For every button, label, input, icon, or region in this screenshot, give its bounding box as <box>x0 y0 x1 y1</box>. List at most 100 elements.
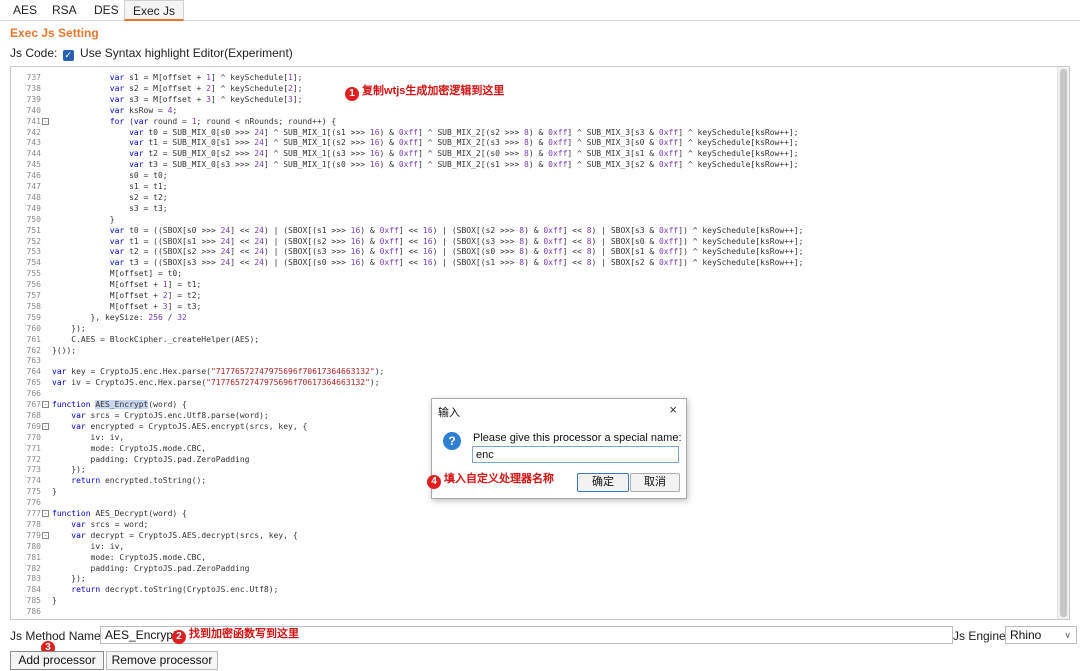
js-engine-select[interactable]: Rhino ∨ <box>1005 626 1077 644</box>
code-text: C.AES = BlockCipher._createHelper(AES); <box>52 334 260 344</box>
syntax-highlight-checkbox[interactable]: ✓ <box>62 50 74 61</box>
question-icon: ? <box>443 432 461 450</box>
line-number: 776 <box>26 498 41 508</box>
annotation-2-text: 找到加密函数写到这里 <box>189 628 299 640</box>
fold-toggle-icon[interactable]: - <box>42 422 49 430</box>
tab-bar: AES RSA DES Exec Js <box>0 0 1080 21</box>
line-number: 775 <box>26 487 41 497</box>
code-text: } <box>52 214 115 224</box>
code-text: mode: CryptoJS.mode.CBC, <box>52 552 207 562</box>
processor-name-input[interactable] <box>472 446 679 463</box>
add-processor-button[interactable]: Add processor <box>10 651 104 670</box>
line-number: 739 <box>26 94 41 104</box>
code-text: }()); <box>52 345 77 355</box>
code-text: mode: CryptoJS.mode.CBC, <box>52 443 207 453</box>
tab-des[interactable]: DES <box>86 0 127 21</box>
fold-toggle-icon[interactable]: - <box>42 510 49 517</box>
line-number: 778 <box>26 519 41 529</box>
line-number: 746 <box>26 171 41 181</box>
code-text: return encrypted.toString(); <box>71 476 207 486</box>
line-number: 764 <box>26 367 41 377</box>
code-text: s1 = t1; <box>52 182 168 191</box>
line-number: 774 <box>26 476 41 486</box>
annotation-4-text: 填入自定义处理器名称 <box>444 473 554 485</box>
close-icon[interactable]: × <box>669 402 677 417</box>
code-text: s3 = t3; <box>52 203 168 213</box>
line-number: 738 <box>26 83 41 93</box>
line-number: 770 <box>26 432 41 442</box>
code-text: var t1 = ((SBOX[s1 >>> 24] << 24) | (SBO… <box>109 236 804 246</box>
cancel-button[interactable]: 取消 <box>630 473 680 492</box>
line-number: 760 <box>26 323 41 333</box>
code-text: var s3 = M[offset + 3] ^ keySchedule[3]; <box>109 94 303 104</box>
js-code-row: Js Code: ✓ Use Syntax highlight Editor(E… <box>10 45 293 61</box>
code-text: var srcs = CryptoJS.enc.Utf8.parse(word)… <box>71 410 269 420</box>
code-text: var s2 = M[offset + 2] ^ keySchedule[2]; <box>109 83 303 93</box>
ok-button[interactable]: 确定 <box>577 473 629 492</box>
line-number: 767 <box>26 400 41 409</box>
fold-toggle-icon[interactable]: - <box>42 117 49 125</box>
line-number: 747 <box>26 182 41 191</box>
line-number: 737 <box>26 73 41 82</box>
code-text: }); <box>52 465 86 475</box>
code-text: var srcs = word; <box>71 519 149 529</box>
line-number: 783 <box>26 574 41 584</box>
line-number: 785 <box>26 596 41 606</box>
dialog-message: Please give this processor a special nam… <box>473 432 682 444</box>
remove-processor-button[interactable]: Remove processor <box>106 651 218 670</box>
line-number: 763 <box>26 356 41 366</box>
code-text: var t0 = ((SBOX[s0 >>> 24] << 24) | (SBO… <box>109 225 804 235</box>
js-engine-label: Js Engine: <box>953 629 1010 643</box>
editor-scroll-thumb[interactable] <box>1060 69 1067 617</box>
code-text: iv: iv, <box>52 432 125 442</box>
annotation-1-badge: 1 <box>345 87 359 101</box>
line-number: 784 <box>26 585 41 595</box>
code-text: } <box>52 487 57 497</box>
annotation-1: 1 复制wtjs生成加密逻辑到这里 <box>345 84 504 101</box>
code-text: iv: iv, <box>52 541 125 551</box>
line-number: 766 <box>26 389 41 399</box>
code-text: }); <box>52 323 86 333</box>
code-text: var t1 = SUB_MIX_0[s1 >>> 24] ^ SUB_MIX_… <box>129 138 799 148</box>
code-editor[interactable]: 737 var s1 = M[offset + 1] ^ keySchedule… <box>10 66 1070 620</box>
code-text: s2 = t2; <box>52 192 168 202</box>
annotation-2: 2 找到加密函数写到这里 <box>172 627 299 644</box>
annotation-4: 4 填入自定义处理器名称 <box>427 472 554 489</box>
js-engine-value: Rhino <box>1010 628 1042 642</box>
syntax-highlight-label[interactable]: Use Syntax highlight Editor(Experiment) <box>80 46 293 60</box>
line-number: 745 <box>26 160 41 170</box>
fold-toggle-icon[interactable]: - <box>42 531 49 539</box>
code-text: padding: CryptoJS.pad.ZeroPadding <box>52 563 250 573</box>
line-number: 757 <box>26 291 41 300</box>
tab-aes[interactable]: AES <box>5 0 45 21</box>
code-text: M[offset + 2] = t2; <box>52 291 202 300</box>
code-text: var t2 = SUB_MIX_0[s2 >>> 24] ^ SUB_MIX_… <box>129 149 799 159</box>
annotation-2-badge: 2 <box>172 630 186 644</box>
line-number: 753 <box>26 247 41 257</box>
line-number: 786 <box>26 607 41 617</box>
line-number: 741 <box>26 116 41 126</box>
fold-toggle-icon[interactable]: - <box>42 401 49 408</box>
dialog-title: 输入 <box>438 407 460 419</box>
line-number: 761 <box>26 334 41 344</box>
line-number: 750 <box>26 214 41 224</box>
tab-rsa[interactable]: RSA <box>44 0 85 21</box>
tab-exec-js[interactable]: Exec Js <box>124 0 185 21</box>
line-number: 782 <box>26 563 41 573</box>
line-number: 777 <box>26 509 41 518</box>
line-number: 754 <box>26 258 41 268</box>
code-text: M[offset + 1] = t1; <box>52 280 202 290</box>
section-title: Exec Js Setting <box>10 26 99 40</box>
annotation-4-badge: 4 <box>427 475 441 489</box>
js-code-label: Js Code: <box>10 46 58 60</box>
line-number: 756 <box>26 280 41 290</box>
code-text: var t3 = ((SBOX[s3 >>> 24] << 24) | (SBO… <box>109 258 804 268</box>
line-number: 779 <box>26 530 41 540</box>
chevron-down-icon: ∨ <box>1064 630 1071 640</box>
code-text: for (var round = 1; round < nRounds; rou… <box>109 116 337 126</box>
code-text: var t2 = ((SBOX[s2 >>> 24] << 24) | (SBO… <box>109 247 804 257</box>
line-number: 751 <box>26 225 41 235</box>
annotation-1-text: 复制wtjs生成加密逻辑到这里 <box>362 85 505 97</box>
line-number: 771 <box>26 443 41 453</box>
editor-scrollbar[interactable] <box>1057 67 1069 619</box>
